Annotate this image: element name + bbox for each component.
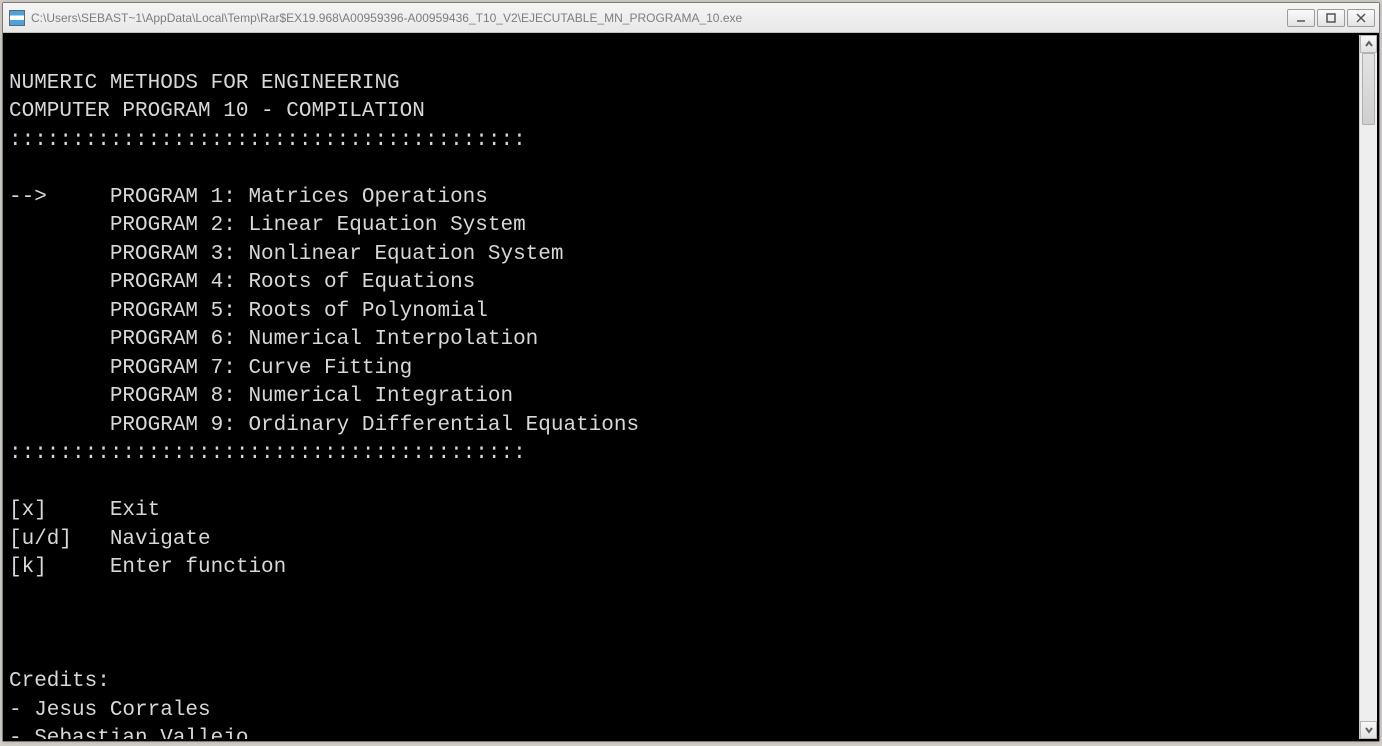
minimize-icon	[1296, 13, 1306, 23]
scroll-up-button[interactable]	[1360, 35, 1377, 53]
titlebar: C:\Users\SEBAST~1\AppData\Local\Temp\Rar…	[3, 3, 1379, 33]
console[interactable]: NUMERIC METHODS FOR ENGINEERING COMPUTER…	[5, 35, 1359, 739]
console-area: NUMERIC METHODS FOR ENGINEERING COMPUTER…	[3, 33, 1379, 741]
scroll-track[interactable]	[1360, 53, 1377, 721]
chevron-up-icon	[1365, 40, 1373, 48]
chevron-down-icon	[1365, 726, 1373, 734]
app-icon	[9, 10, 25, 26]
scroll-down-button[interactable]	[1360, 721, 1377, 739]
window-buttons	[1287, 9, 1375, 27]
close-button[interactable]	[1347, 9, 1375, 27]
window-title: C:\Users\SEBAST~1\AppData\Local\Temp\Rar…	[31, 11, 1281, 25]
minimize-button[interactable]	[1287, 9, 1315, 27]
console-output: NUMERIC METHODS FOR ENGINEERING COMPUTER…	[9, 41, 1355, 739]
close-icon	[1356, 13, 1366, 23]
window: C:\Users\SEBAST~1\AppData\Local\Temp\Rar…	[2, 2, 1380, 742]
maximize-button[interactable]	[1317, 9, 1345, 27]
scroll-thumb[interactable]	[1362, 53, 1375, 125]
vertical-scrollbar[interactable]	[1359, 35, 1377, 739]
maximize-icon	[1326, 13, 1336, 23]
